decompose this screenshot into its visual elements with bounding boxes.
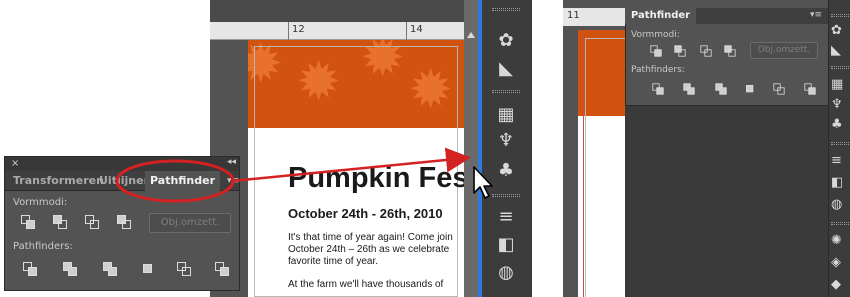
tab-pathfinder[interactable]: Pathfinder [625, 8, 697, 24]
panel-menu-icon[interactable]: ▾≡ [810, 10, 822, 20]
horizontal-ruler: 11 [563, 8, 625, 26]
bleed-guide [583, 36, 584, 297]
minus-front-icon[interactable] [53, 215, 67, 229]
minus-front-icon[interactable] [674, 45, 686, 57]
swatches-icon[interactable]: ▦ [494, 104, 518, 126]
stroke-icon[interactable]: ≡ [831, 152, 850, 170]
gradient-icon[interactable]: ◣ [494, 58, 518, 80]
trim-icon[interactable] [683, 83, 695, 95]
panel-tab-bar: Pathfinder ▾≡ [625, 8, 828, 24]
intersect-icon[interactable] [700, 45, 712, 57]
unite-icon[interactable] [650, 45, 662, 57]
pathfinder-panel-floating[interactable]: × ◂◂ Transformeren Uitlijnen Pathfinder … [4, 156, 240, 291]
merge-icon[interactable] [103, 262, 117, 276]
transparency-icon[interactable]: ◧ [831, 174, 850, 192]
trim-icon[interactable] [63, 262, 77, 276]
tab-transformeren[interactable]: Transformeren [13, 174, 104, 187]
scroll-up-arrow-icon[interactable] [467, 32, 475, 38]
divide-icon[interactable] [652, 83, 664, 95]
minus-back-icon[interactable] [804, 83, 816, 95]
panel-menu-icon[interactable]: ▾≡ [227, 176, 239, 186]
brushes-icon[interactable]: ♆ [831, 96, 850, 114]
minus-back-icon[interactable] [215, 262, 229, 276]
exclude-icon[interactable] [724, 45, 736, 57]
color-palette-icon[interactable]: ✿ [494, 30, 518, 52]
panel-empty-area [625, 105, 828, 297]
poster-paragraph: It's that time of year again! Come join … [288, 232, 453, 267]
docked-panel-screenshot: 11 Pathfinder ▾≡ Vormmodi: Obj.omzett. P… [563, 0, 850, 297]
color-palette-icon[interactable]: ✿ [831, 22, 850, 40]
gradient-icon[interactable]: ◣ [831, 42, 850, 60]
symbols-icon[interactable]: ♣ [494, 160, 518, 182]
poster-title: Pumpkin Fest [288, 162, 479, 194]
tab-uitlijnen[interactable]: Uitlijnen [99, 174, 151, 187]
panel-dock: ✿ ◣ ▦ ♆ ♣ ≡ ◧ ◍ ✺ ◈ ◆ [828, 0, 850, 297]
ruler-label: 11 [567, 10, 580, 21]
artboard-screenshot: 12 14 ✹ ✹ ✹ ✹ Pumpkin Fest October 24th … [210, 0, 532, 297]
panel-titlebar[interactable] [5, 157, 239, 171]
panel-dock: ✿ ◣ ▦ ♆ ♣ ≡ ◧ ◍ [482, 0, 532, 297]
appearance-icon[interactable]: ◍ [494, 262, 518, 284]
expand-button[interactable]: Obj.omzett. [750, 42, 818, 59]
tab-pathfinder[interactable]: Pathfinder [145, 171, 221, 191]
unite-icon[interactable] [21, 215, 35, 229]
intersect-icon[interactable] [85, 215, 99, 229]
divide-icon[interactable] [23, 262, 37, 276]
symbols-icon[interactable]: ♣ [831, 116, 850, 134]
pathfinders-label: Pathfinders: [13, 241, 73, 252]
margin-guide [585, 38, 625, 297]
outline-icon[interactable] [177, 262, 191, 276]
expand-button[interactable]: Obj.omzett. [149, 213, 231, 233]
poster-date: October 24th - 26th, 2010 [288, 206, 443, 221]
poster-paragraph: At the farm we'll have thousands of [288, 279, 444, 290]
stroke-icon[interactable]: ≡ [494, 206, 518, 228]
graphic-styles-icon[interactable]: ✺ [831, 232, 850, 250]
appearance-icon[interactable]: ◍ [831, 196, 850, 214]
crop-icon[interactable] [744, 83, 755, 94]
brushes-icon[interactable]: ♆ [494, 130, 518, 152]
merge-icon[interactable] [715, 83, 727, 95]
horizontal-ruler: 12 14 [210, 22, 464, 40]
panel-tab-bar: Transformeren Uitlijnen Pathfinder [5, 171, 239, 191]
swatches-icon[interactable]: ▦ [831, 76, 850, 94]
artboards-icon[interactable]: ◆ [831, 276, 850, 294]
layers-icon[interactable]: ◈ [831, 254, 850, 272]
exclude-icon[interactable] [117, 215, 131, 229]
collapse-icon[interactable]: ◂◂ [227, 157, 236, 167]
shape-modes-label: Vormmodi: [631, 30, 680, 40]
outline-icon[interactable] [773, 83, 785, 95]
ruler-label: 14 [410, 24, 423, 35]
vertical-scrollbar[interactable] [464, 0, 478, 297]
mouse-pointer-icon [473, 166, 493, 199]
ruler-label: 12 [292, 24, 305, 35]
shape-modes-label: Vormmodi: [13, 197, 68, 208]
crop-icon[interactable] [141, 262, 155, 276]
pathfinders-label: Pathfinders: [631, 65, 685, 75]
close-icon[interactable]: × [11, 158, 19, 169]
transparency-icon[interactable]: ◧ [494, 234, 518, 256]
